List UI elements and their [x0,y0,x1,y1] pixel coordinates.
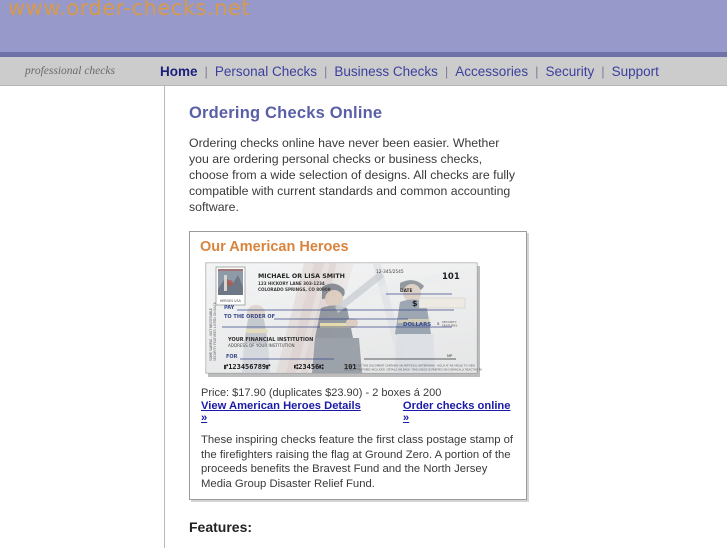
svg-text:FEATURES: FEATURES [442,324,457,328]
nav-separator: | [204,63,208,79]
order-online-link[interactable]: Order checks online » [403,400,518,424]
svg-text:12-345/2545: 12-345/2545 [376,269,404,275]
intro-paragraph: Ordering checks online have never been e… [189,136,516,214]
nav-item-accessories[interactable]: Accessories [455,64,528,79]
page-title: Ordering Checks Online [189,104,383,122]
features-title: Features: [189,519,253,535]
svg-text:$: $ [412,299,418,308]
product-panel: Our American Heroes HEROES USA MICHAEL O… [189,231,527,500]
nav-item-support[interactable]: Support [612,64,659,79]
svg-text:DOLLARS: DOLLARS [403,322,431,328]
check-number: 101 [442,272,460,282]
svg-text:SECURITY FEATURES LISTED ON BA: SECURITY FEATURES LISTED ON BACK [213,301,217,361]
svg-text:123 HICKORY LANE 303-1234: 123 HICKORY LANE 303-1234 [258,281,325,286]
nav-item-personal-checks[interactable]: Personal Checks [215,64,317,79]
nav-separator: | [535,63,539,79]
main-navigation-bar: professional checks Home | Personal Chec… [0,57,727,86]
site-logo: www.order-checks.net [8,0,251,20]
svg-text:⑈123456789⑈: ⑈123456789⑈ [224,363,271,371]
svg-text:FOR: FOR [226,354,238,360]
svg-text:TO THE ORDER OF: TO THE ORDER OF [224,314,275,320]
product-description: These inspiring checks feature the first… [201,434,514,490]
check-preview-image[interactable]: HEROES USA MICHAEL OR LISA SMITH 123 HIC… [204,261,482,379]
product-title: Our American Heroes [200,239,349,255]
svg-text:DATE: DATE [400,288,412,294]
nav-separator: | [323,63,328,79]
page-body: Ordering Checks Online Ordering checks o… [0,86,727,548]
main-content-column: Ordering Checks Online Ordering checks o… [165,86,727,548]
nav-item-home[interactable]: Home [160,64,198,79]
svg-text:SECURITY FEATURES INCLUDED. DE: SECURITY FEATURES INCLUDED. DETAILS ON B… [344,368,482,372]
svg-text:MP: MP [447,354,453,358]
site-header: www.order-checks.net [0,0,727,52]
left-sidebar [0,86,165,548]
postage-stamp: HEROES USA [215,266,246,306]
product-price-line: Price: $17.90 (duplicates $23.90) - 2 bo… [201,387,442,399]
nav-separator: | [444,63,449,79]
svg-text:PAY: PAY [224,305,235,311]
nav-links: Home | Personal Checks | Business Checks… [160,64,659,79]
check-artwork-svg: HEROES USA MICHAEL OR LISA SMITH 123 HIC… [205,262,482,377]
svg-text:THE BACK OF THIS DOCUMENT CONT: THE BACK OF THIS DOCUMENT CONTAINS AN AR… [344,364,475,368]
svg-text:⑆23456⑆: ⑆23456⑆ [294,363,324,371]
nav-separator: | [601,63,605,79]
svg-text:ADDRESS OF YOUR INSTITUTION: ADDRESS OF YOUR INSTITUTION [228,343,295,348]
product-links: View American Heroes Details » Order che… [201,400,518,424]
nav-item-security[interactable]: Security [545,64,594,79]
nav-item-business-checks[interactable]: Business Checks [334,64,438,79]
svg-text:HEROES USA: HEROES USA [220,299,242,303]
check-account-name: MICHAEL OR LISA SMITH [258,273,345,280]
view-details-link[interactable]: View American Heroes Details » [201,400,367,424]
svg-text:COLORADO SPRINGS, CO 80909: COLORADO SPRINGS, CO 80909 [258,287,331,292]
nav-tagline: professional checks [25,65,115,77]
